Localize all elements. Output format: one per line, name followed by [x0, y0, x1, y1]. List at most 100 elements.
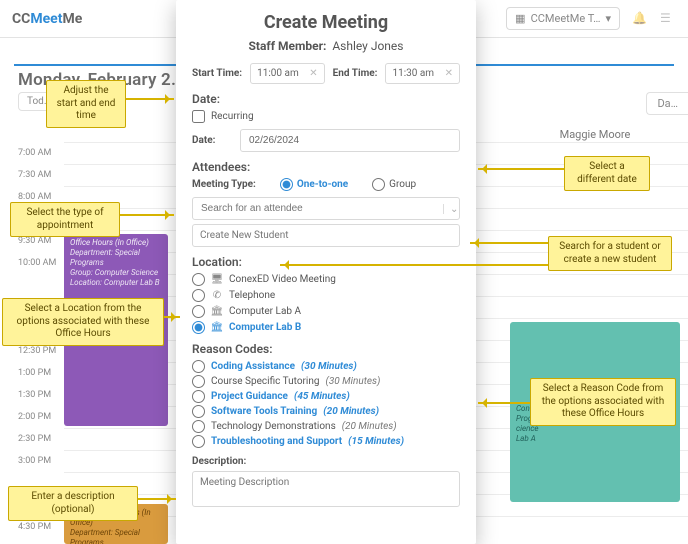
attendee-search[interactable]: ⌄ — [192, 197, 460, 220]
group-label: Group — [389, 179, 416, 190]
time-label: 3:00 PM — [18, 450, 64, 472]
date-input[interactable] — [240, 129, 460, 152]
event-line: Location: Computer Lab B — [70, 278, 162, 288]
radio-one[interactable] — [280, 178, 293, 191]
reason-dur: (15 Minutes) — [348, 436, 404, 447]
start-time-label: Start Time: — [192, 68, 242, 79]
tab-1[interactable] — [14, 45, 18, 57]
staff-member-label: Staff Member: — [249, 39, 327, 53]
end-time-label: End Time: — [333, 68, 378, 79]
time-label: 2:30 PM — [18, 428, 64, 450]
reason-coding[interactable]: Coding Assistance (30 Minutes) — [192, 360, 460, 373]
recurring-checkbox[interactable]: Recurring — [192, 110, 460, 123]
attendee-search-input[interactable] — [199, 202, 443, 215]
reason-troubleshooting[interactable]: Troubleshooting and Support (15 Minutes) — [192, 435, 460, 448]
menu-icon[interactable]: ☰ — [660, 11, 676, 27]
loc-label: Computer Lab B — [229, 322, 301, 333]
start-time-value: 11:00 am — [257, 68, 299, 79]
reason-header: Reason Codes: — [192, 342, 460, 356]
event-title: Office Hours (In Office) — [70, 238, 162, 248]
arrow-start-end — [126, 98, 174, 100]
callout-reason: Select a Reason Code from the options as… — [530, 378, 676, 426]
start-time-input[interactable]: 11:00 am ✕ — [250, 63, 325, 84]
arrow-type — [120, 214, 174, 216]
end-time-input[interactable]: 11:30 am ✕ — [385, 63, 460, 84]
building-icon: 🏛 — [211, 307, 223, 317]
reason-dur: (30 Minutes) — [301, 361, 357, 372]
time-label: 10:00 AM — [18, 252, 64, 274]
location-option-phone[interactable]: ✆Telephone — [192, 289, 460, 302]
reason-name: Course Specific Tutoring — [211, 376, 320, 387]
chevron-down-icon: ▾ — [605, 12, 611, 25]
callout-start-end: Adjust the start and end time — [46, 80, 126, 128]
reason-name: Technology Demonstrations — [211, 421, 336, 432]
logo-prefix: CC — [12, 11, 30, 27]
radio-group[interactable] — [372, 178, 385, 191]
phone-icon: ✆ — [211, 291, 223, 301]
location-header: Location: — [192, 255, 460, 269]
column-header-maggie: Maggie Moore — [520, 128, 670, 141]
arrow-description — [138, 498, 176, 500]
callout-date: Select a different date — [564, 156, 650, 191]
arrow-search-student — [280, 264, 548, 266]
meeting-type-one[interactable]: One-to-one — [280, 178, 348, 191]
location-option-lab-a[interactable]: 🏛 Computer Lab A — [192, 305, 460, 318]
callout-description: Enter a description (optional) — [8, 486, 138, 521]
description-input[interactable] — [192, 471, 460, 507]
day-view-button[interactable]: Da… — [646, 92, 688, 115]
modal-title: Create Meeting — [192, 12, 460, 33]
logo-main: Meet — [30, 11, 62, 27]
location-options: 🖥ConexED Video Meeting ✆Telephone 🏛 Compu… — [192, 273, 460, 334]
location-option-video[interactable]: 🖥ConexED Video Meeting — [192, 273, 460, 286]
recurring-label: Recurring — [211, 111, 254, 122]
reason-dur: (30 Minutes) — [326, 376, 381, 387]
grid-icon: ▦ — [515, 12, 525, 25]
time-label: 2:00 PM — [18, 406, 64, 428]
clear-end-icon[interactable]: ✕ — [445, 68, 453, 79]
staff-member-row: Staff Member: Ashley Jones — [192, 39, 460, 53]
attendees-header: Attendees: — [192, 160, 460, 174]
arrow-search-student-2 — [470, 242, 548, 244]
arrow-date — [478, 168, 564, 170]
logo-suffix: Me — [62, 11, 82, 27]
reason-dur: (20 Minutes) — [342, 421, 397, 432]
bell-icon[interactable]: 🔔 — [632, 11, 648, 27]
staff-member-name: Ashley Jones — [332, 39, 403, 53]
event-line: Department: Special Programs — [70, 528, 162, 544]
recurring-check-input[interactable] — [192, 110, 205, 123]
arrow-reason — [478, 402, 530, 404]
one-label: One-to-one — [297, 179, 348, 190]
monitor-icon: 🖥 — [211, 275, 223, 285]
chevron-down-icon[interactable]: ⌄ — [443, 204, 453, 214]
description-label: Description: — [192, 456, 460, 467]
reason-name: Troubleshooting and Support — [211, 436, 342, 447]
arrow-location — [164, 316, 180, 318]
event-line: Group: Computer Science — [70, 268, 162, 278]
event-line: Lab A — [516, 434, 674, 444]
reason-project-guidance[interactable]: Project Guidance (45 Minutes) — [192, 390, 460, 403]
tab-3[interactable] — [78, 45, 82, 57]
clear-start-icon[interactable]: ✕ — [309, 68, 317, 79]
meeting-type-group[interactable]: Group — [372, 178, 416, 191]
create-new-student-button[interactable]: Create New Student — [192, 224, 460, 247]
loc-label: Computer Lab A — [229, 306, 301, 317]
time-label: 7:00 AM — [18, 142, 64, 164]
reason-dur: (20 Minutes) — [323, 406, 379, 417]
time-label: 7:30 AM — [18, 164, 64, 186]
event-line: Department: Special Programs — [70, 248, 162, 268]
end-time-value: 11:30 am — [392, 68, 434, 79]
building-icon: 🏛 — [211, 323, 223, 333]
reason-dur: (45 Minutes) — [294, 391, 350, 402]
reason-course-tutoring[interactable]: Course Specific Tutoring (30 Minutes) — [192, 375, 460, 388]
reason-tech-demo[interactable]: Technology Demonstrations (20 Minutes) — [192, 420, 460, 433]
logo: CCMeetMe — [12, 11, 82, 27]
account-dropdown[interactable]: ▦ CCMeetMe T… ▾ — [506, 7, 620, 30]
location-option-lab-b[interactable]: 🏛 Computer Lab B — [192, 321, 460, 334]
tab-2[interactable] — [46, 45, 50, 57]
callout-type: Select the type of appointment — [10, 202, 120, 237]
reason-name: Coding Assistance — [211, 361, 295, 372]
date-section-header: Date: — [192, 92, 460, 106]
event-line: cience — [516, 424, 674, 434]
callout-location: Select a Location from the options assoc… — [2, 298, 164, 346]
reason-software-tools[interactable]: Software Tools Training (20 Minutes) — [192, 405, 460, 418]
